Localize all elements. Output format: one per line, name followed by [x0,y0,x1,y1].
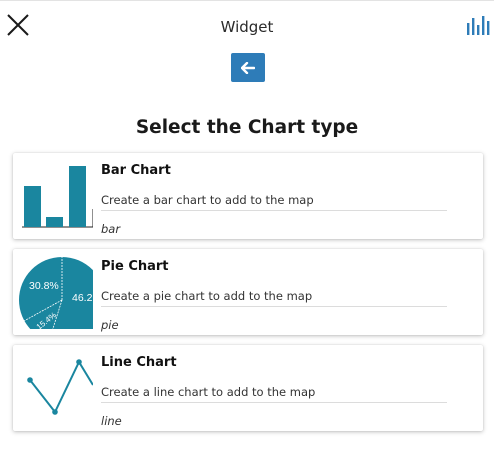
bar-chart-thumbnail [19,159,93,233]
chart-type-card-bar[interactable]: Bar Chart Create a bar chart to add to t… [13,153,483,239]
chart-type-name: Pie Chart [101,259,169,274]
pie-slice-label: 46.2 [72,292,93,304]
chart-type-description: Create a line chart to add to the map [101,385,447,403]
chart-type-key: pie [101,318,119,332]
chart-type-card-pie[interactable]: 30.8% 46.2 15.4% Pie Chart Create a pie … [13,249,483,335]
chart-type-description: Create a pie chart to add to the map [101,289,447,307]
pie-chart-thumbnail: 30.8% 46.2 15.4% [19,255,93,329]
line-chart-thumbnail [19,351,93,425]
chart-type-card-line[interactable]: Line Chart Create a line chart to add to… [13,345,483,431]
back-button[interactable] [231,53,265,82]
bar-chart-icon [467,16,490,35]
chart-menu-button[interactable] [466,14,490,38]
pie-slice-label: 30.8% [29,280,59,292]
widget-title: Widget [220,18,274,36]
chart-type-name: Line Chart [101,355,177,370]
chart-type-name: Bar Chart [101,163,171,178]
page-heading: Select the Chart type [135,117,359,138]
top-bar: Widget [0,0,494,52]
chart-type-description: Create a bar chart to add to the map [101,193,447,211]
arrow-left-icon [241,61,255,74]
chart-type-key: bar [101,222,121,236]
chart-type-key: line [101,414,122,428]
